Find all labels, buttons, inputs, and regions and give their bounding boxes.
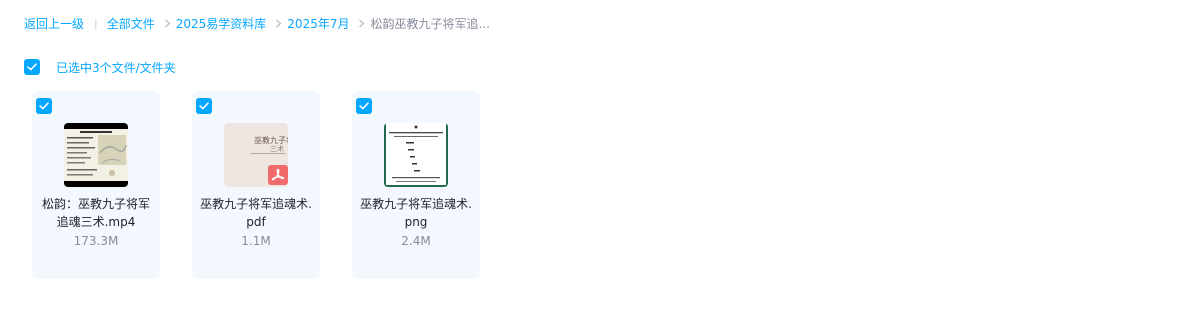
file-card-pdf[interactable]: 巫教九子将軍 三术 巫教九子将军追魂术.pdf 1.1M — [192, 91, 320, 279]
pdf-icon — [268, 165, 288, 185]
chevron-right-icon — [275, 19, 282, 28]
breadcrumb-current-folder: 松韵巫教九子将军追... — [370, 16, 490, 31]
selection-bar: 已选中3个文件/文件夹 — [24, 58, 176, 76]
file-name[interactable]: 巫教九子将军追魂术.pdf — [200, 195, 312, 231]
file-checkbox[interactable] — [196, 98, 212, 114]
file-size: 1.1M — [241, 234, 271, 248]
check-icon — [199, 102, 209, 110]
file-browser: 返回上一级 | 全部文件 2025易学资料库 2025年7月 松韵巫教九子将军追… — [0, 0, 1197, 309]
check-icon — [39, 102, 49, 110]
pdf-thumb-title: 巫教九子将軍 — [254, 136, 288, 145]
pdf-thumb-subtitle: 三术 — [270, 145, 284, 153]
file-checkbox[interactable] — [356, 98, 372, 114]
breadcrumb-item-all-files[interactable]: 全部文件 — [107, 15, 155, 32]
video-thumbnail — [64, 123, 128, 187]
chevron-right-icon — [164, 19, 171, 28]
check-icon — [359, 102, 369, 110]
breadcrumb-item-month[interactable]: 2025年7月 — [287, 15, 349, 32]
breadcrumb-divider: | — [94, 16, 98, 30]
check-icon — [27, 63, 37, 71]
selection-count-label: 已选中3个文件/文件夹 — [56, 60, 176, 75]
file-name[interactable]: 松韵：巫教九子将军追魂三术.mp4 — [40, 195, 152, 231]
file-size: 173.3M — [73, 234, 119, 248]
image-thumbnail — [384, 123, 448, 187]
file-checkbox[interactable] — [36, 98, 52, 114]
file-size: 2.4M — [401, 234, 431, 248]
pdf-thumb-rule — [250, 153, 286, 154]
back-link[interactable]: 返回上一级 — [24, 15, 84, 32]
breadcrumb: 返回上一级 | 全部文件 2025易学资料库 2025年7月 松韵巫教九子将军追… — [24, 13, 490, 33]
breadcrumb-item-library[interactable]: 2025易学资料库 — [176, 15, 267, 32]
file-name[interactable]: 巫教九子将军追魂术.png — [360, 195, 472, 231]
file-card-video[interactable]: 松韵：巫教九子将军追魂三术.mp4 173.3M — [32, 91, 160, 279]
pdf-thumbnail: 巫教九子将軍 三术 — [224, 123, 288, 187]
file-card-image[interactable]: 巫教九子将军追魂术.png 2.4M — [352, 91, 480, 279]
chevron-right-icon — [358, 19, 365, 28]
select-all-checkbox[interactable] — [24, 59, 40, 75]
